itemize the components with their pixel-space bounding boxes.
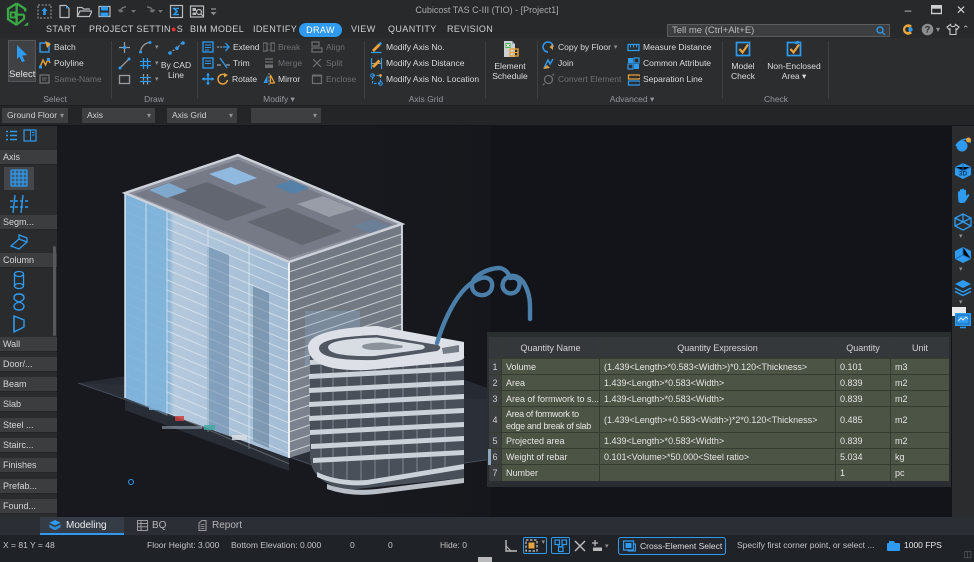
svg-text:3D: 3D	[959, 171, 968, 178]
svg-text:▾: ▾	[605, 543, 609, 550]
svg-text:?: ?	[925, 25, 931, 35]
